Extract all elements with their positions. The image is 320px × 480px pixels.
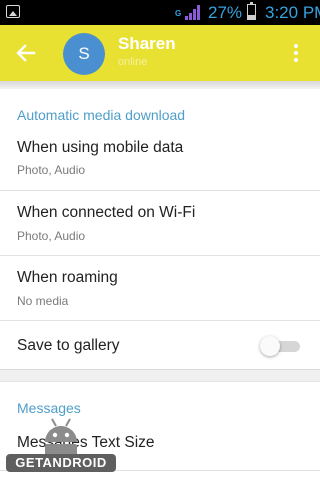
contact-avatar[interactable]: S	[63, 33, 105, 75]
contact-name[interactable]: Sharen	[118, 34, 176, 54]
app-bar: S Sharen online	[0, 25, 320, 81]
setting-mobile-data[interactable]: When using mobile data Photo, Audio	[0, 128, 320, 190]
section-separator	[0, 369, 320, 382]
back-button[interactable]	[8, 35, 44, 71]
setting-title: When connected on Wi-Fi	[17, 204, 196, 221]
signal-strength-icon	[185, 5, 200, 20]
status-bar: G 27% 3:20 PM	[0, 0, 320, 25]
setting-subtitle: No media	[17, 294, 69, 308]
setting-subtitle: Photo, Audio	[17, 229, 86, 243]
clock: 3:20 PM	[265, 3, 320, 22]
android-robot-icon	[45, 418, 77, 456]
setting-subtitle: Photo, Audio	[17, 163, 86, 177]
app-bar-shadow	[0, 81, 320, 89]
image-notification-icon	[6, 5, 20, 18]
setting-save-to-gallery[interactable]: Save to gallery	[0, 321, 320, 369]
setting-title: Save to gallery	[17, 337, 120, 354]
contact-status: online	[118, 56, 148, 68]
watermark-text: GETANDROID	[6, 454, 116, 472]
section-header-messages: Messages	[17, 400, 81, 416]
save-to-gallery-toggle[interactable]	[260, 336, 300, 356]
setting-title: When roaming	[17, 269, 118, 286]
overflow-menu-button[interactable]	[284, 37, 308, 69]
battery-percent: 27%	[208, 3, 243, 22]
arrow-back-icon	[16, 44, 36, 62]
section-header-media-download: Automatic media download	[17, 107, 186, 123]
setting-wifi[interactable]: When connected on Wi-Fi Photo, Audio	[0, 191, 320, 255]
watermark-logo: GETANDROID	[6, 416, 116, 474]
toggle-knob	[260, 336, 280, 356]
setting-roaming[interactable]: When roaming No media	[0, 256, 320, 320]
setting-title: When using mobile data	[17, 139, 184, 156]
network-type-label: G	[175, 9, 182, 18]
battery-icon	[247, 2, 256, 20]
more-vert-icon	[294, 44, 298, 48]
